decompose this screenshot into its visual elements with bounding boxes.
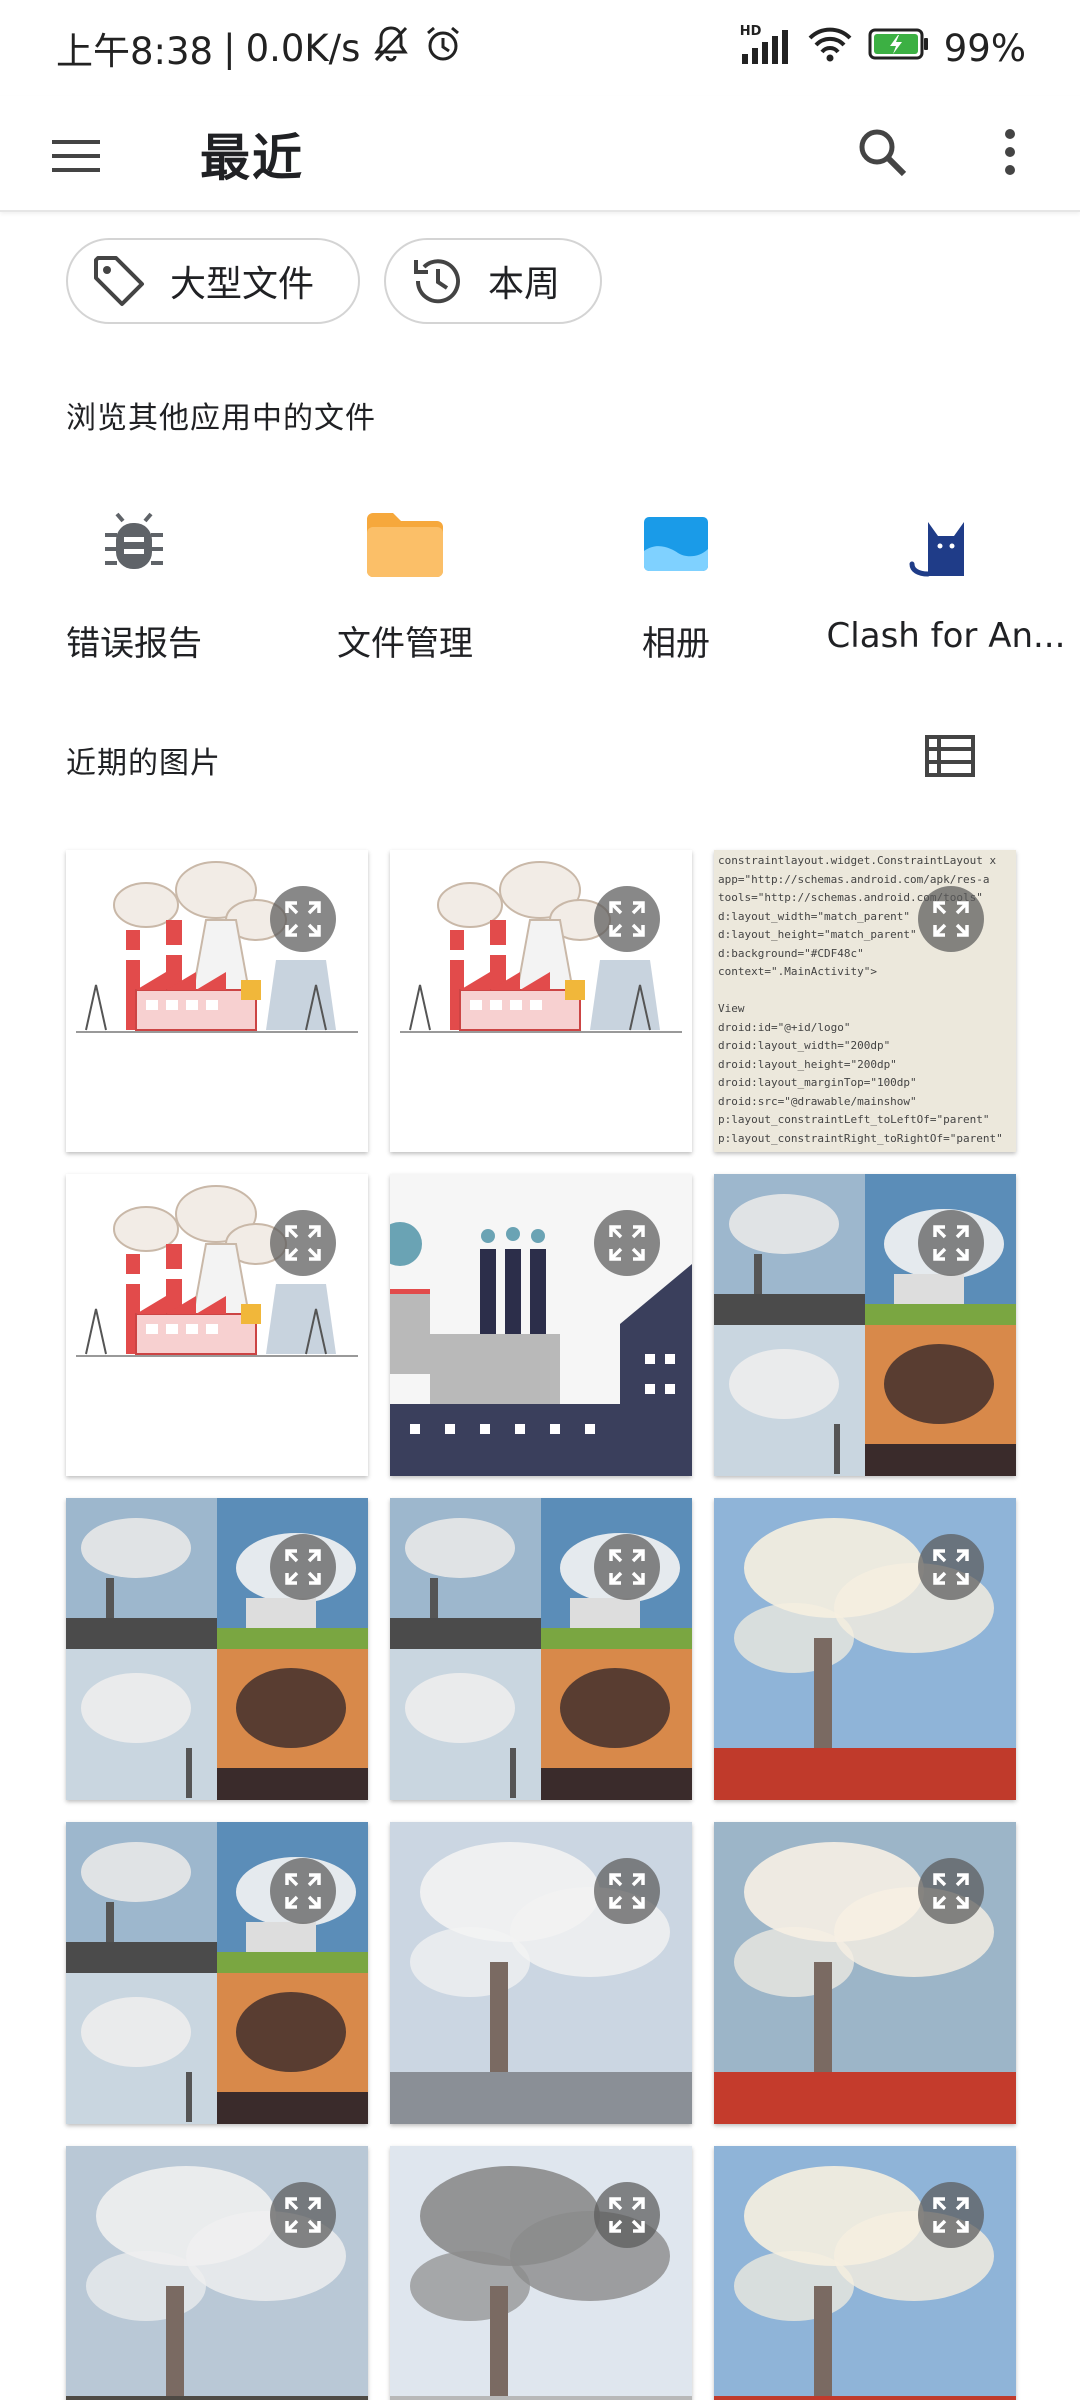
- wifi-icon: [806, 24, 854, 73]
- status-separator: |: [223, 26, 236, 70]
- expand-button[interactable]: [918, 1534, 984, 1600]
- expand-button[interactable]: [270, 886, 336, 952]
- image-thumbnail[interactable]: constraintlayout.widget.ConstraintLayout…: [714, 850, 1016, 1152]
- app-gallery-label: 相册: [642, 624, 710, 664]
- image-thumbnail[interactable]: [390, 1822, 692, 2124]
- expand-icon: [609, 1873, 645, 1909]
- hamburger-menu-icon: [52, 140, 100, 172]
- expand-icon: [609, 901, 645, 937]
- app-bug-report-label: 错误报告: [66, 624, 202, 664]
- expand-icon: [933, 1873, 969, 1909]
- signal-icon: HD: [740, 24, 792, 68]
- expand-icon: [609, 1225, 645, 1261]
- expand-icon: [933, 1549, 969, 1585]
- image-thumbnail[interactable]: [66, 1822, 368, 2124]
- app-bar: 最近: [0, 96, 1080, 212]
- browse-section-title: 浏览其他应用中的文件: [66, 401, 376, 436]
- view-toggle-button[interactable]: [914, 726, 986, 786]
- expand-button[interactable]: [594, 886, 660, 952]
- expand-icon: [933, 901, 969, 937]
- expand-button[interactable]: [270, 1210, 336, 1276]
- bug-icon: [84, 494, 184, 594]
- more-options-button[interactable]: [974, 116, 1046, 188]
- more-vertical-icon: [1005, 129, 1015, 175]
- chip-this-week-label: 本周: [488, 264, 561, 305]
- menu-button[interactable]: [40, 120, 112, 192]
- image-thumbnail[interactable]: [714, 2146, 1016, 2400]
- history-icon: [414, 259, 460, 304]
- image-thumbnail[interactable]: [714, 1498, 1016, 1800]
- screen: 上午8:38 | 0.0K/s HD 99% 最近 大型文件 本周 浏览其他应用…: [0, 0, 1080, 2400]
- expand-icon: [285, 1225, 321, 1261]
- expand-button[interactable]: [918, 2182, 984, 2248]
- expand-button[interactable]: [918, 1858, 984, 1924]
- app-file-manager[interactable]: 文件管理: [275, 480, 535, 670]
- status-time: 上午8:38: [56, 30, 214, 73]
- search-button[interactable]: [846, 116, 918, 188]
- image-thumbnail[interactable]: [66, 1498, 368, 1800]
- expand-icon: [285, 1549, 321, 1585]
- tag-icon: [94, 256, 144, 306]
- expand-button[interactable]: [270, 1534, 336, 1600]
- expand-button[interactable]: [594, 1858, 660, 1924]
- expand-button[interactable]: [918, 1210, 984, 1276]
- expand-icon: [933, 1225, 969, 1261]
- page-title: 最近: [200, 129, 304, 187]
- image-thumbnail[interactable]: [66, 850, 368, 1152]
- image-thumbnail[interactable]: [390, 850, 692, 1152]
- search-icon: [859, 129, 907, 177]
- image-thumbnail[interactable]: [714, 1174, 1016, 1476]
- expand-icon: [285, 1873, 321, 1909]
- alarm-icon: [422, 24, 464, 73]
- app-clash-label: Clash for An...: [826, 616, 1066, 656]
- expand-icon: [933, 2197, 969, 2233]
- apps-row: 错误报告 文件管理 相册 Clash for An...: [0, 480, 1080, 670]
- folder-icon: [355, 494, 455, 594]
- expand-icon: [609, 1549, 645, 1585]
- app-gallery[interactable]: 相册: [546, 480, 806, 670]
- status-bar: 上午8:38 | 0.0K/s HD 99%: [0, 0, 1080, 96]
- image-thumbnail[interactable]: [714, 1822, 1016, 2124]
- chip-large-files[interactable]: 大型文件: [66, 238, 360, 324]
- image-thumbnail[interactable]: [390, 1174, 692, 1476]
- status-left: 上午8:38 | 0.0K/s: [56, 21, 464, 75]
- image-thumbnail[interactable]: [390, 1498, 692, 1800]
- list-view-icon: [925, 735, 975, 777]
- mute-bell-icon: [370, 24, 412, 73]
- chip-large-files-label: 大型文件: [170, 264, 315, 305]
- expand-icon: [285, 901, 321, 937]
- recent-images-title: 近期的图片: [66, 746, 221, 781]
- app-bug-report[interactable]: 错误报告: [4, 480, 264, 670]
- expand-button[interactable]: [270, 1858, 336, 1924]
- image-thumbnail[interactable]: [66, 1174, 368, 1476]
- expand-button[interactable]: [594, 2182, 660, 2248]
- app-clash[interactable]: Clash for An...: [816, 480, 1076, 670]
- status-right: HD 99%: [740, 24, 1026, 73]
- cat-icon: [896, 494, 996, 594]
- battery-icon: [868, 26, 930, 71]
- chip-this-week[interactable]: 本周: [384, 238, 602, 324]
- expand-icon: [609, 2197, 645, 2233]
- expand-button[interactable]: [270, 2182, 336, 2248]
- expand-icon: [285, 2197, 321, 2233]
- expand-button[interactable]: [594, 1534, 660, 1600]
- gallery-icon: [626, 494, 726, 594]
- battery-percent: 99%: [943, 26, 1026, 70]
- status-network-speed: 0.0K/s: [245, 26, 361, 70]
- expand-button[interactable]: [594, 1210, 660, 1276]
- image-thumbnail[interactable]: [390, 2146, 692, 2400]
- image-thumbnail[interactable]: [66, 2146, 368, 2400]
- app-file-manager-label: 文件管理: [337, 624, 473, 664]
- expand-button[interactable]: [918, 886, 984, 952]
